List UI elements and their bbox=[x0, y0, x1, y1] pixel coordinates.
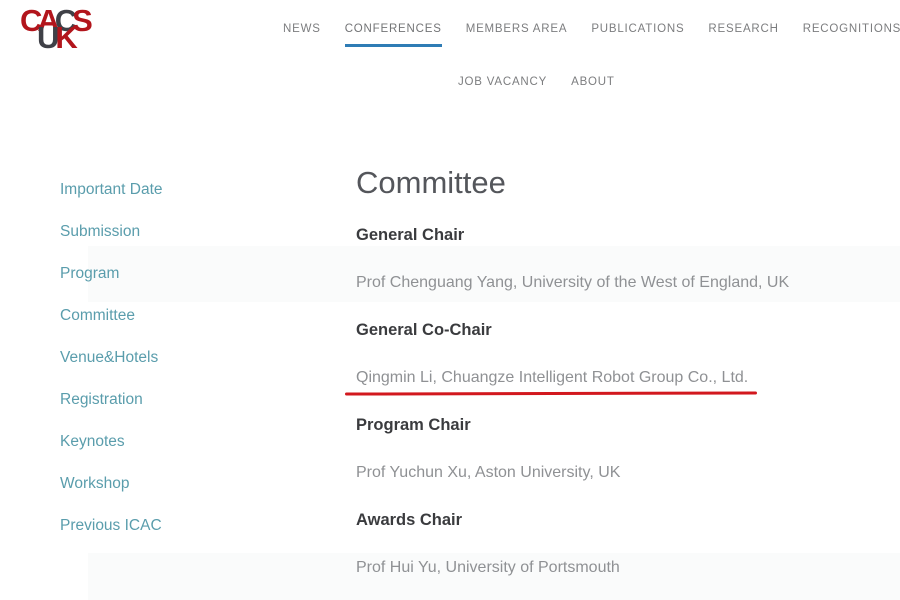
logo-letter-k: K bbox=[55, 20, 73, 55]
nav-item-recognitions[interactable]: RECOGNITIONS bbox=[803, 23, 900, 44]
conference-sidebar: Important Date Submission Program Commit… bbox=[60, 180, 163, 536]
sidebar-item-submission[interactable]: Submission bbox=[60, 222, 163, 242]
sidebar-item-registration[interactable]: Registration bbox=[60, 390, 163, 410]
person-general-co-chair: Qingmin Li, Chuangze Intelligent Robot G… bbox=[356, 369, 748, 387]
nav-item-job-vacancy[interactable]: JOB VACANCY bbox=[458, 76, 547, 97]
sidebar-item-previous-icac[interactable]: Previous ICAC bbox=[60, 516, 163, 536]
role-heading-general-chair: General Chair bbox=[356, 226, 464, 245]
sidebar-item-keynotes[interactable]: Keynotes bbox=[60, 432, 163, 452]
main-nav-row2: JOB VACANCY ABOUT bbox=[458, 76, 615, 97]
nav-item-news[interactable]: NEWS bbox=[283, 23, 321, 44]
logo-letter-s: S bbox=[72, 3, 88, 38]
person-general-chair: Prof Chenguang Yang, University of the W… bbox=[356, 274, 789, 292]
nav-item-about[interactable]: ABOUT bbox=[571, 76, 615, 97]
person-program-chair: Prof Yuchun Xu, Aston University, UK bbox=[356, 464, 620, 482]
nav-item-research[interactable]: RESEARCH bbox=[708, 23, 778, 44]
sidebar-item-workshop[interactable]: Workshop bbox=[60, 474, 163, 494]
sidebar-item-committee[interactable]: Committee bbox=[60, 306, 163, 326]
sidebar-item-program[interactable]: Program bbox=[60, 264, 163, 284]
sidebar-item-venue-hotels[interactable]: Venue&Hotels bbox=[60, 348, 163, 368]
nav-item-conferences[interactable]: CONFERENCES bbox=[345, 23, 442, 47]
co-chair-underline-annotation bbox=[345, 391, 757, 395]
role-heading-awards-chair: Awards Chair bbox=[356, 511, 462, 530]
person-awards-chair: Prof Hui Yu, University of Portsmouth bbox=[356, 559, 620, 577]
main-nav-row1: NEWS CONFERENCES MEMBERS AREA PUBLICATIO… bbox=[283, 23, 900, 47]
nav-item-publications[interactable]: PUBLICATIONS bbox=[591, 23, 684, 44]
cacs-uk-logo[interactable]: CACS UK bbox=[20, 8, 82, 60]
sidebar-item-important-date[interactable]: Important Date bbox=[60, 180, 163, 200]
logo-letter-u: U bbox=[37, 20, 55, 55]
role-heading-program-chair: Program Chair bbox=[356, 416, 471, 435]
page-title: Committee bbox=[356, 165, 506, 201]
role-heading-general-co-chair: General Co-Chair bbox=[356, 321, 492, 340]
nav-item-members-area[interactable]: MEMBERS AREA bbox=[466, 23, 568, 44]
